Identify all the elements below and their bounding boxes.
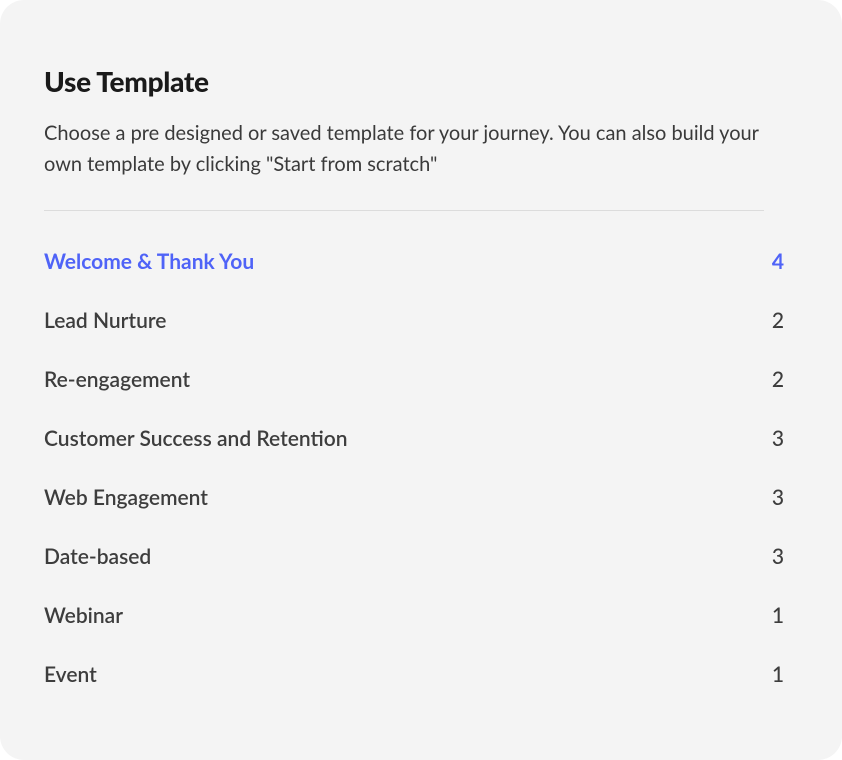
category-count: 3 — [772, 426, 784, 451]
category-welcome-thank-you[interactable]: Welcome & Thank You 4 — [44, 249, 784, 274]
category-label: Web Engagement — [44, 485, 208, 510]
category-event[interactable]: Event 1 — [44, 662, 784, 687]
category-count: 1 — [772, 603, 784, 628]
category-customer-success-retention[interactable]: Customer Success and Retention 3 — [44, 426, 784, 451]
category-label: Date-based — [44, 544, 151, 569]
category-count: 4 — [772, 249, 784, 274]
category-label: Lead Nurture — [44, 308, 166, 333]
category-label: Customer Success and Retention — [44, 426, 348, 451]
category-count: 2 — [772, 367, 784, 392]
category-count: 3 — [772, 544, 784, 569]
panel-description: Choose a pre designed or saved template … — [44, 118, 764, 180]
category-count: 2 — [772, 308, 784, 333]
category-count: 3 — [772, 485, 784, 510]
use-template-panel: Use Template Choose a pre designed or sa… — [0, 0, 842, 760]
category-count: 1 — [772, 662, 784, 687]
panel-title: Use Template — [44, 64, 798, 98]
category-lead-nurture[interactable]: Lead Nurture 2 — [44, 308, 784, 333]
category-label: Webinar — [44, 603, 123, 628]
category-web-engagement[interactable]: Web Engagement 3 — [44, 485, 784, 510]
category-list: Welcome & Thank You 4 Lead Nurture 2 Re-… — [44, 249, 784, 687]
category-label: Re-engagement — [44, 367, 190, 392]
category-label: Event — [44, 662, 97, 687]
category-date-based[interactable]: Date-based 3 — [44, 544, 784, 569]
divider — [44, 210, 764, 211]
category-webinar[interactable]: Webinar 1 — [44, 603, 784, 628]
category-label: Welcome & Thank You — [44, 249, 254, 274]
category-re-engagement[interactable]: Re-engagement 2 — [44, 367, 784, 392]
